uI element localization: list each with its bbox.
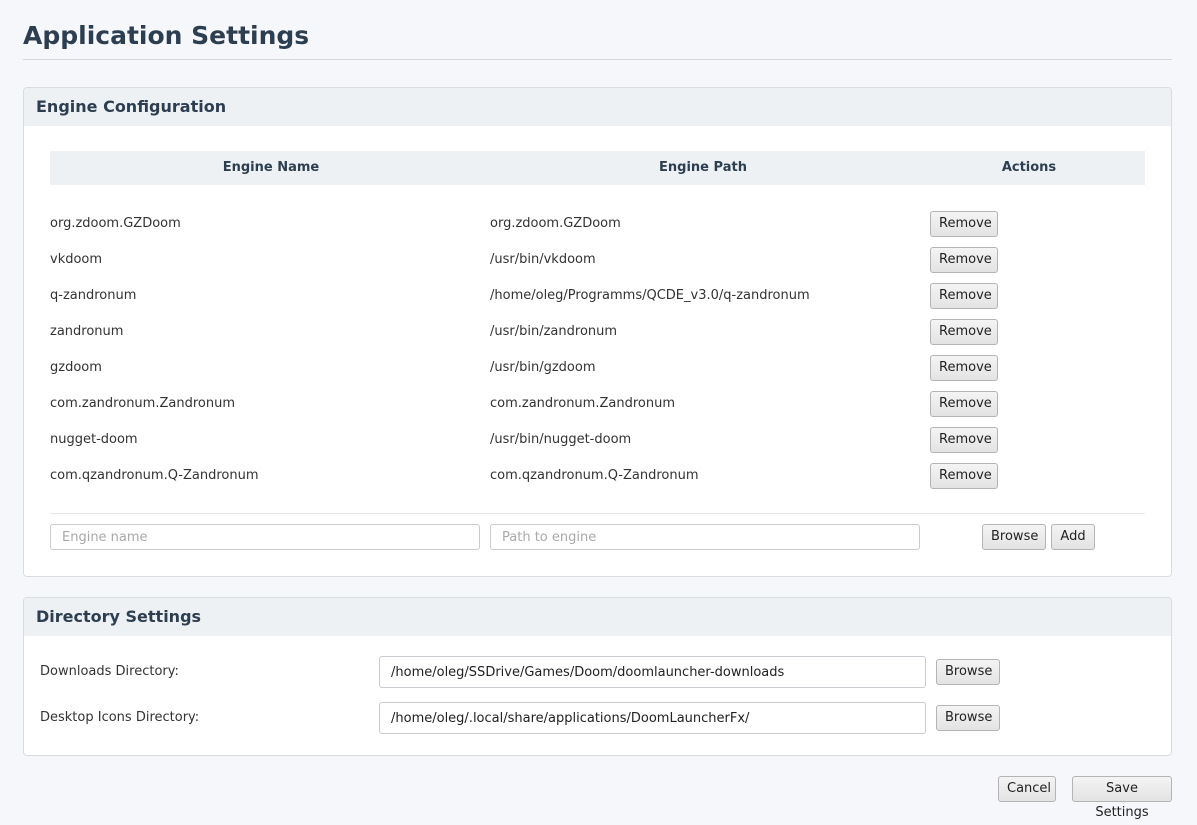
remove-engine-button[interactable]: Remove [930, 211, 998, 237]
browse-engine-button[interactable]: Browse [982, 524, 1046, 550]
engine-name-cell: gzdoom [50, 360, 102, 375]
remove-engine-button[interactable]: Remove [930, 319, 998, 345]
browse-desktop-icons-button[interactable]: Browse [936, 705, 1000, 731]
engine-path-input[interactable] [490, 524, 920, 550]
cancel-button[interactable]: Cancel [998, 776, 1056, 802]
remove-engine-button[interactable]: Remove [930, 427, 998, 453]
table-row: com.zandronum.Zandronum com.zandronum.Za… [50, 389, 1145, 419]
table-row: zandronum /usr/bin/zandronum Remove [50, 317, 1145, 347]
engine-name-cell: com.qzandronum.Q-Zandronum [50, 468, 259, 483]
remove-engine-button[interactable]: Remove [930, 247, 998, 273]
table-row: gzdoom /usr/bin/gzdoom Remove [50, 353, 1145, 383]
engine-name-input[interactable] [50, 524, 480, 550]
engine-path-cell: /usr/bin/gzdoom [490, 360, 596, 375]
engine-path-cell: /usr/bin/nugget-doom [490, 432, 632, 447]
engine-name-cell: org.zdoom.GZDoom [50, 216, 181, 231]
column-header-actions: Actions [1001, 160, 1057, 175]
engine-path-cell: /home/oleg/Programms/QCDE_v3.0/q-zandron… [490, 288, 810, 303]
engine-path-cell: com.zandronum.Zandronum [490, 396, 675, 411]
engine-path-cell: com.qzandronum.Q-Zandronum [490, 468, 699, 483]
engine-table-header: Engine Name Engine Path Actions [50, 151, 1145, 185]
engine-name-cell: vkdoom [50, 252, 103, 267]
table-row: nugget-doom /usr/bin/nugget-doom Remove [50, 425, 1145, 455]
table-row: org.zdoom.GZDoom org.zdoom.GZDoom Remove [50, 209, 1145, 239]
downloads-directory-label: Downloads Directory: [40, 664, 179, 679]
title-divider [23, 59, 1172, 60]
table-row: vkdoom /usr/bin/vkdoom Remove [50, 245, 1145, 275]
remove-engine-button[interactable]: Remove [930, 463, 998, 489]
table-row: com.qzandronum.Q-Zandronum com.qzandronu… [50, 461, 1145, 491]
save-settings-button[interactable]: Save Settings [1072, 776, 1172, 820]
browse-downloads-button[interactable]: Browse [936, 659, 1000, 685]
column-header-engine-name: Engine Name [222, 160, 320, 175]
desktop-icons-directory-label: Desktop Icons Directory: [40, 710, 200, 725]
engine-name-cell: com.zandronum.Zandronum [50, 396, 235, 411]
engine-configuration-header: Engine Configuration [24, 88, 1171, 126]
engine-path-cell: /usr/bin/zandronum [490, 324, 618, 339]
remove-engine-button[interactable]: Remove [930, 391, 998, 417]
engine-name-cell: nugget-doom [50, 432, 138, 447]
add-engine-button[interactable]: Add [1051, 524, 1095, 550]
engine-name-cell: zandronum [50, 324, 124, 339]
directory-settings-panel: Directory Settings Downloads Directory: … [23, 597, 1172, 756]
engine-path-cell: org.zdoom.GZDoom [490, 216, 621, 231]
engine-configuration-panel: Engine Configuration Engine Name Engine … [23, 87, 1172, 577]
add-engine-divider [50, 513, 1145, 514]
directory-settings-header: Directory Settings [24, 598, 1171, 636]
engine-name-cell: q-zandronum [50, 288, 137, 303]
remove-engine-button[interactable]: Remove [930, 355, 998, 381]
desktop-icons-directory-input[interactable] [379, 702, 926, 734]
downloads-directory-input[interactable] [379, 656, 926, 688]
remove-engine-button[interactable]: Remove [930, 283, 998, 309]
table-row: q-zandronum /home/oleg/Programms/QCDE_v3… [50, 281, 1145, 311]
column-header-engine-path: Engine Path [659, 160, 747, 175]
page-title: Application Settings [23, 21, 310, 50]
engine-path-cell: /usr/bin/vkdoom [490, 252, 596, 267]
